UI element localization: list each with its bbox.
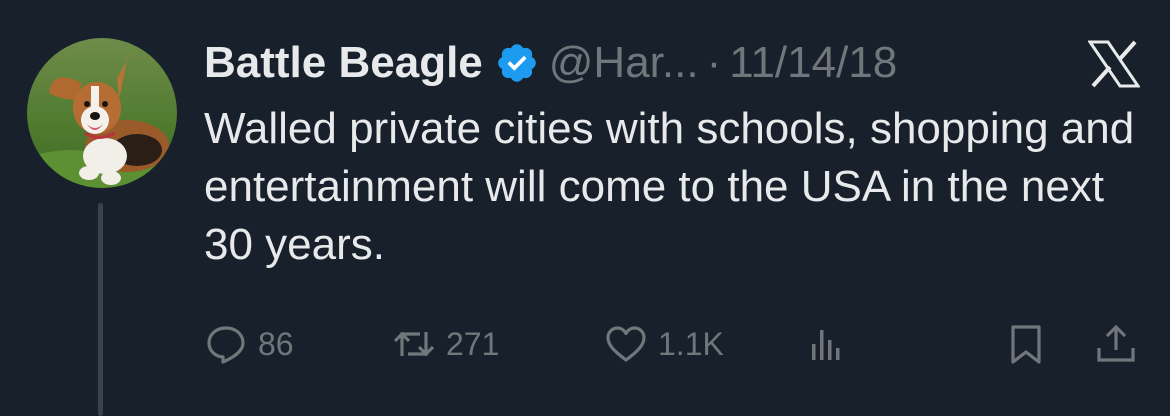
user-handle[interactable]: @Har... [549,36,699,90]
separator-dot: · [706,38,722,87]
share-icon [1097,324,1135,362]
analytics-icon [812,330,840,360]
verified-badge-icon [495,41,539,85]
x-logo-icon [1087,40,1141,88]
reply-button[interactable]: 86 [204,318,294,370]
bookmark-icon [1011,325,1041,364]
reply-count: 86 [258,325,294,362]
like-button[interactable]: 1.1K [604,318,724,370]
tweet-text: Walled private cities with schools, shop… [204,104,1135,269]
share-button[interactable] [1094,318,1138,370]
repost-icon [393,331,435,357]
repost-count: 271 [446,325,500,362]
beagle-avatar-image [27,38,177,188]
action-bar: 86 271 1.1K [204,318,1144,370]
tweet-date[interactable]: 11/14/18 [729,36,897,90]
thread-line [98,203,103,416]
reply-icon [207,326,245,364]
tweet-header: Battle Beagle @Har... · 11/14/18 [204,36,897,90]
views-button[interactable] [804,318,848,370]
avatar[interactable] [27,38,177,188]
bookmark-button[interactable] [1004,318,1048,370]
like-count: 1.1K [658,325,724,362]
heart-icon [606,326,646,362]
repost-button[interactable]: 271 [392,318,499,370]
display-name[interactable]: Battle Beagle [204,36,483,90]
